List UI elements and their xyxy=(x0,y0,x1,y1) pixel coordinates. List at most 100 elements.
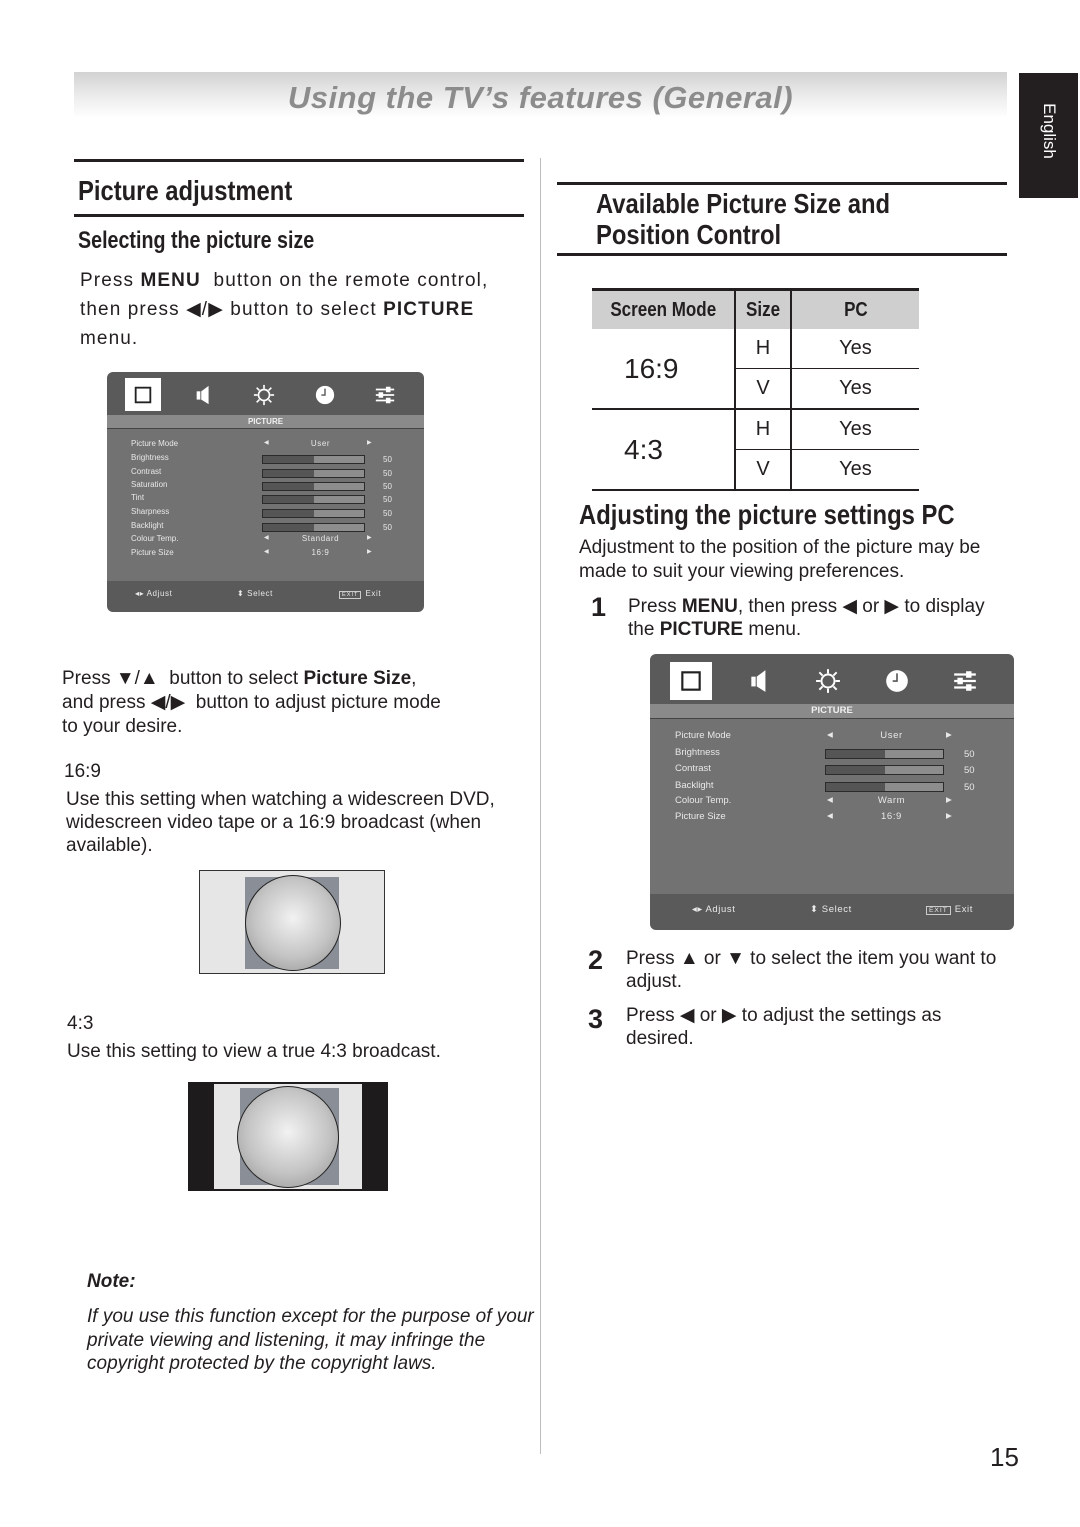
text: Press xyxy=(80,270,141,291)
text: , xyxy=(411,668,417,689)
osd-tab-time[interactable] xyxy=(307,378,343,411)
osd-row-colour-temp[interactable]: Colour Temp. ◀ Standard ▶ xyxy=(107,534,424,546)
section-title-available-sizes: Available Picture Size and Position Cont… xyxy=(596,188,890,250)
sound-icon xyxy=(747,668,773,694)
osd-slider[interactable] xyxy=(825,749,944,759)
osd-row-colour-temp[interactable]: Colour Temp. ◀ Warm ▶ xyxy=(650,795,1014,809)
right-arrow-icon[interactable]: ▶ xyxy=(946,730,952,739)
menu-keyword: MENU xyxy=(681,596,738,617)
osd-slider[interactable] xyxy=(262,482,365,491)
left-arrow-icon[interactable]: ◀ xyxy=(827,795,833,804)
left-arrow-icon[interactable]: ◀ xyxy=(264,439,269,446)
step-number: 1 xyxy=(591,592,607,622)
osd-slider-value: 50 xyxy=(964,782,975,793)
header-size: Size xyxy=(734,288,791,329)
right-arrow-icon[interactable]: ▶ xyxy=(367,548,372,555)
section-rule-bottom xyxy=(74,214,524,217)
osd-slider[interactable] xyxy=(825,765,944,775)
osd-slider-value: 50 xyxy=(383,469,392,478)
osd-slider-value: 50 xyxy=(383,495,392,504)
osd-hint-select: ⬍ Select xyxy=(810,904,852,915)
left-right-arrows-icon: ◂▸ xyxy=(692,904,703,915)
right-arrow-icon[interactable]: ▶ xyxy=(367,439,372,446)
osd-slider[interactable] xyxy=(262,509,365,518)
osd-slider[interactable] xyxy=(262,523,365,532)
osd-tab-options[interactable] xyxy=(944,662,986,700)
left-arrow-icon[interactable]: ◀ xyxy=(264,534,269,541)
osd-slider[interactable] xyxy=(262,495,365,504)
left-arrow-icon[interactable]: ◀ xyxy=(264,548,269,555)
exit-key-icon: EXIT xyxy=(926,906,951,915)
title-line: Available Picture Size and xyxy=(596,188,891,219)
osd-row-backlight[interactable]: Backlight 50 xyxy=(650,780,1014,794)
right-arrow-icon[interactable]: ▶ xyxy=(946,795,952,804)
mode-169-description: Use this setting when watching a widescr… xyxy=(66,789,495,856)
osd-row-picture-mode[interactable]: Picture Mode ◀ User ▶ xyxy=(650,730,1014,744)
osd-row-label: Colour Temp. xyxy=(675,795,732,806)
right-arrow-icon[interactable]: ▶ xyxy=(946,811,952,820)
language-tab-label: English xyxy=(1039,103,1059,159)
osd-row-label: Backlight xyxy=(131,521,164,530)
osd-row-label: Picture Mode xyxy=(131,439,179,448)
osd-slider-fill xyxy=(826,783,885,791)
osd-slider-fill xyxy=(263,483,314,490)
osd-row-sharpness[interactable]: Sharpness 50 xyxy=(107,507,424,519)
osd-tab-sound[interactable] xyxy=(739,662,781,700)
osd-row-saturation[interactable]: Saturation 50 xyxy=(107,480,424,492)
language-tab: English xyxy=(1019,73,1078,198)
osd-hint-select: ⬍ Select xyxy=(237,589,273,598)
table-row: 4:3 H Yes xyxy=(592,409,919,491)
globe-image xyxy=(237,1086,339,1188)
osd-row-contrast[interactable]: Contrast 50 xyxy=(650,763,1014,777)
osd-row-label: Brightness xyxy=(675,747,720,758)
osd-slider[interactable] xyxy=(262,455,365,464)
osd-tab-picture[interactable] xyxy=(125,378,161,411)
page-number: 15 xyxy=(990,1442,1019,1472)
left-arrow-icon[interactable]: ◀ xyxy=(827,811,833,820)
time-icon xyxy=(314,384,336,406)
section-rule-top xyxy=(74,159,524,162)
osd-row-tint[interactable]: Tint 50 xyxy=(107,493,424,505)
osd-slider[interactable] xyxy=(262,469,365,478)
column-divider xyxy=(540,158,541,1454)
step-number: 3 xyxy=(588,1004,604,1034)
left-right-arrows-icon: ◂▸ xyxy=(135,589,145,598)
picture-icon xyxy=(678,668,704,694)
osd-option-value: User xyxy=(310,439,331,448)
osd-tab-sound[interactable] xyxy=(186,378,222,411)
osd-hint-exit: EXIT Exit xyxy=(926,904,973,915)
osd-row-picture-mode[interactable]: Picture Mode ◀ User ▶ xyxy=(107,439,424,451)
osd-row-label: Picture Size xyxy=(675,811,726,822)
osd-row-label: Sharpness xyxy=(131,507,170,516)
note-title: Note: xyxy=(87,1271,136,1292)
osd-tab-time[interactable] xyxy=(876,662,918,700)
mode-43-label: 4:3 xyxy=(67,1013,94,1034)
osd-slider[interactable] xyxy=(825,782,944,792)
mode-43-description: Use this setting to view a true 4:3 broa… xyxy=(67,1041,441,1062)
header-screen-mode: Screen Mode xyxy=(592,288,735,329)
step-3-text: Press ◀ or ▶ to adjust the settings as d… xyxy=(626,1005,942,1049)
osd-row-contrast[interactable]: Contrast 50 xyxy=(107,467,424,479)
osd-tab-setup[interactable] xyxy=(807,662,849,700)
osd-slider-value: 50 xyxy=(964,749,975,760)
pc-intro: Adjustment to the position of the pictur… xyxy=(579,537,981,582)
osd-menu-title: PICTURE xyxy=(650,704,1014,718)
osd-option-value: Warm xyxy=(877,795,906,806)
left-arrow-icon[interactable]: ◀ xyxy=(827,730,833,739)
right-arrow-icon[interactable]: ▶ xyxy=(367,534,372,541)
pc-cell: Yes xyxy=(790,409,919,450)
osd-row-brightness[interactable]: Brightness 50 xyxy=(107,453,424,465)
osd-tab-setup[interactable] xyxy=(246,378,282,411)
osd-tab-options[interactable] xyxy=(367,378,403,411)
text: and press ◀/▶ button to adjust picture m… xyxy=(62,692,441,713)
osd-row-brightness[interactable]: Brightness 50 xyxy=(650,747,1014,761)
picture-keyword: PICTURE xyxy=(383,299,475,320)
osd-tab-picture[interactable] xyxy=(670,662,712,700)
osd-slider-fill xyxy=(263,510,314,517)
osd-row-backlight[interactable]: Backlight 50 xyxy=(107,521,424,533)
osd-row-picture-size[interactable]: Picture Size ◀ 16:9 ▶ xyxy=(650,811,1014,825)
osd-row-label: Picture Size xyxy=(131,548,174,557)
osd-row-picture-size[interactable]: Picture Size ◀ 16:9 ▶ xyxy=(107,548,424,560)
picture-size-keyword: Picture Size xyxy=(303,668,412,689)
osd-option-value: 16:9 xyxy=(311,548,330,557)
